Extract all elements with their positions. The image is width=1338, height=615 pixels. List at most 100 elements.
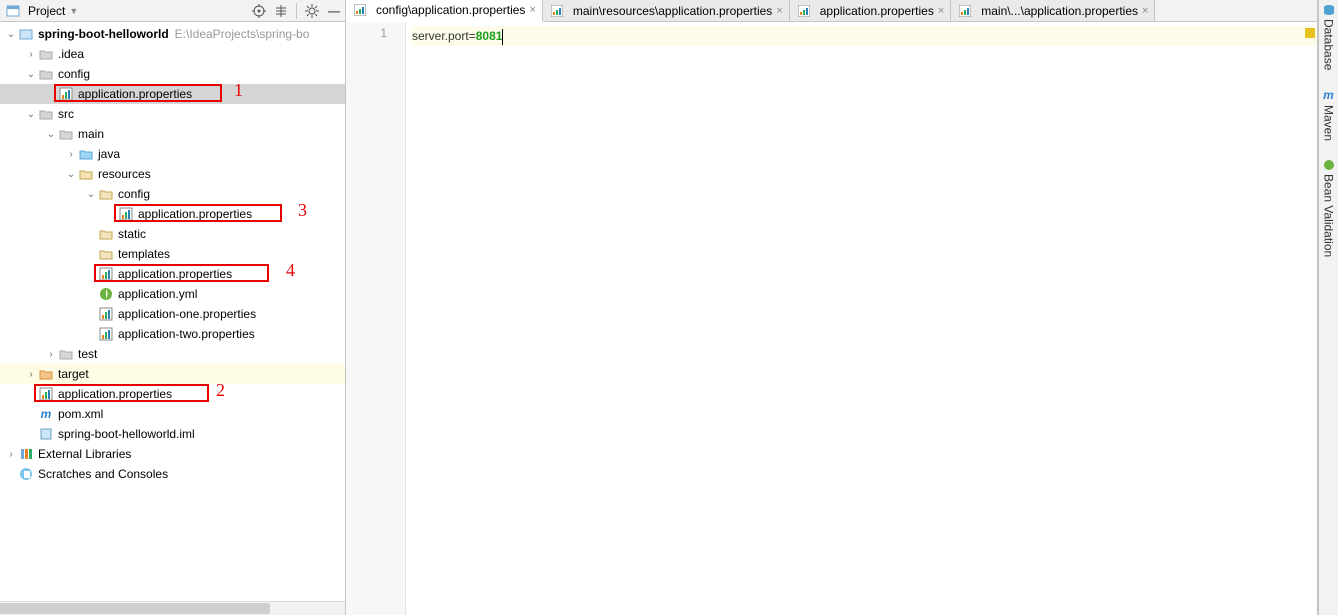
chevron-right-icon[interactable]: › [64,149,78,160]
tree-item-config-app[interactable]: application.properties [0,84,345,104]
tree-label: target [58,367,89,381]
code-area[interactable]: server.port=8081 [406,22,1317,615]
property-value: 8081 [476,29,503,43]
editor-gutter: 1 [346,22,406,615]
editor-tab-1[interactable]: main\resources\application.properties × [543,0,790,21]
tree-item-resources[interactable]: ⌄ resources [0,164,345,184]
chevron-right-icon[interactable]: › [24,49,38,60]
project-dropdown[interactable]: Project ▼ [0,4,84,18]
tree-label: config [58,67,90,81]
folder-icon [38,66,54,82]
tree-label: application.properties [138,207,252,221]
tree-item-target[interactable]: › target [0,364,345,384]
properties-file-icon [352,2,368,18]
tree-label: main [78,127,104,141]
tree-item-pom[interactable]: m pom.xml [0,404,345,424]
close-icon[interactable]: × [776,5,782,17]
scratches-icon [18,466,34,482]
close-icon[interactable]: × [1142,5,1148,17]
tree-label: resources [98,167,151,181]
tree-item-app-two[interactable]: application-two.properties [0,324,345,344]
editor-body[interactable]: 1 server.port=8081 [346,22,1317,615]
module-file-icon [38,426,54,442]
editor-tab-3[interactable]: main\...\application.properties × [951,0,1155,21]
tree-label: application.properties [58,387,172,401]
chevron-right-icon[interactable]: › [4,449,18,460]
folder-icon [98,186,114,202]
properties-file-icon [98,306,114,322]
tab-label: main\resources\application.properties [573,4,772,18]
tree-horizontal-scrollbar[interactable] [0,601,345,615]
tree-item-res-config-app[interactable]: application.properties [0,204,345,224]
scrollbar-thumb[interactable] [0,603,270,614]
settings-button[interactable] [301,1,323,21]
tree-root[interactable]: ⌄ spring-boot-helloworld E:\IdeaProjects… [0,24,345,44]
properties-file-icon [58,86,74,102]
chevron-down-icon[interactable]: ⌄ [4,29,18,40]
warning-marker-icon[interactable] [1305,28,1315,38]
properties-file-icon [98,266,114,282]
chevron-right-icon[interactable]: › [44,349,58,360]
library-icon [18,446,34,462]
editor-tab-0[interactable]: config\application.properties × [346,0,543,22]
tool-label: Bean Validation [1322,174,1336,257]
tree-item-main[interactable]: ⌄ main [0,124,345,144]
editor-column: config\application.properties × main\res… [346,0,1318,615]
dropdown-arrow-icon: ▼ [69,6,78,16]
root-name: spring-boot-helloworld [38,27,169,41]
tree-label: test [78,347,97,361]
properties-file-icon [957,3,973,19]
tree-item-src[interactable]: ⌄ src [0,104,345,124]
hide-button[interactable]: — [323,1,345,21]
tree-item-java[interactable]: › java [0,144,345,164]
annotation-number-2: 2 [216,380,225,401]
tree-item-app-yml[interactable]: application.yml [0,284,345,304]
code-line-1[interactable]: server.port=8081 [412,26,1317,46]
tab-label: config\application.properties [376,3,525,17]
tree-label: src [58,107,74,121]
folder-icon [58,346,74,362]
tree-label: application-two.properties [118,327,255,341]
chevron-down-icon[interactable]: ⌄ [64,169,78,180]
project-tree[interactable]: ⌄ spring-boot-helloworld E:\IdeaProjects… [0,22,345,601]
tree-label: Scratches and Consoles [38,467,168,481]
source-folder-icon [78,146,94,162]
tool-window-bean[interactable]: Bean Validation [1322,159,1336,257]
tree-item-config[interactable]: ⌄ config [0,64,345,84]
tree-item-ext-lib[interactable]: › External Libraries [0,444,345,464]
tree-item-target-app[interactable]: application.properties [0,384,345,404]
folder-icon [38,46,54,62]
editor-tab-2[interactable]: application.properties × [790,0,952,21]
excluded-folder-icon [38,366,54,382]
tool-window-database[interactable]: Database [1322,4,1336,70]
tree-label: templates [118,247,170,261]
chevron-right-icon[interactable]: › [24,369,38,380]
tree-item-iml[interactable]: spring-boot-helloworld.iml [0,424,345,444]
close-icon[interactable]: × [529,4,535,16]
tool-window-maven[interactable]: m Maven [1322,88,1336,141]
annotation-number-1: 1 [234,80,243,101]
chevron-down-icon[interactable]: ⌄ [44,129,58,140]
chevron-down-icon[interactable]: ⌄ [24,109,38,120]
project-icon [6,4,20,18]
bean-icon [1323,159,1335,171]
locate-button[interactable] [248,1,270,21]
folder-icon [98,226,114,242]
tree-label: application-one.properties [118,307,256,321]
tree-item-test[interactable]: › test [0,344,345,364]
annotation-number-4: 4 [286,260,295,281]
root-path: E:\IdeaProjects\spring-bo [175,27,310,41]
maven-icon: m [1323,88,1334,102]
tree-item-scratches[interactable]: Scratches and Consoles [0,464,345,484]
maven-icon: m [38,406,54,422]
tree-item-static[interactable]: static [0,224,345,244]
close-icon[interactable]: × [938,5,944,17]
right-tool-bar: Database m Maven Bean Validation [1318,0,1338,615]
tool-label: Database [1322,19,1336,70]
chevron-down-icon[interactable]: ⌄ [84,189,98,200]
expand-all-button[interactable] [270,1,292,21]
tree-item-idea[interactable]: › .idea [0,44,345,64]
tree-item-res-config[interactable]: ⌄ config [0,184,345,204]
tree-item-app-one[interactable]: application-one.properties [0,304,345,324]
chevron-down-icon[interactable]: ⌄ [24,69,38,80]
